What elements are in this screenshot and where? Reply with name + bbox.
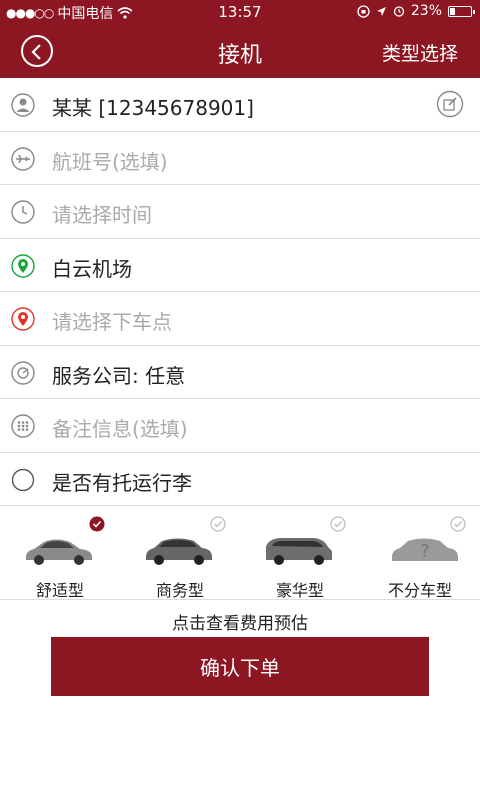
- unselected-check-icon: [330, 516, 346, 532]
- car-type-comfort[interactable]: 舒适型: [0, 507, 120, 600]
- contact-text: 某某 [12345678901]: [52, 96, 254, 120]
- car-type-business[interactable]: 商务型: [120, 507, 240, 600]
- remark-field[interactable]: 备注信息(选填): [52, 413, 188, 442]
- status-bar: ●●●○○ 中国电信 13:57 23%: [0, 0, 480, 24]
- luggage-label: 是否有托运行李: [52, 470, 192, 495]
- flight-number-row[interactable]: 航班号(选填): [0, 132, 480, 185]
- orientation-lock-icon: [357, 4, 370, 18]
- battery-percent: 23%: [410, 3, 442, 19]
- confirm-order-button[interactable]: 确认下单: [51, 637, 429, 696]
- dropoff-row[interactable]: 请选择下车点: [0, 292, 480, 346]
- back-button[interactable]: [21, 35, 53, 67]
- luggage-row[interactable]: 是否有托运行李: [0, 453, 480, 506]
- service-company-text: 服务公司: 任意: [52, 363, 186, 388]
- battery-icon: [448, 5, 475, 17]
- sedan-car-icon: [26, 539, 92, 565]
- status-right: 23%: [357, 3, 475, 19]
- car-type-any[interactable]: ? 不分车型: [360, 507, 480, 600]
- service-company-row[interactable]: 服务公司: 任意: [0, 346, 480, 399]
- car-type-luxury[interactable]: 豪华型: [240, 507, 360, 600]
- car-type-label: 豪华型: [275, 581, 324, 600]
- service-icon: [11, 360, 35, 385]
- unselected-check-icon: [210, 516, 226, 532]
- pickup-row[interactable]: 白云机场: [0, 239, 480, 292]
- edit-icon[interactable]: [436, 90, 464, 118]
- business-car-icon: [146, 538, 212, 565]
- location-pin-green-icon: [11, 253, 35, 278]
- nav-bar: 接机 类型选择: [0, 24, 480, 78]
- chevron-left-icon: [31, 44, 41, 60]
- mpv-car-icon: [266, 538, 332, 565]
- time-field[interactable]: 请选择时间: [52, 199, 152, 228]
- contact-row[interactable]: 某某 [12345678901]: [0, 78, 480, 132]
- car-type-label: 商务型: [155, 581, 204, 600]
- person-icon: [11, 93, 35, 117]
- type-select-button[interactable]: 类型选择: [382, 39, 458, 66]
- unknown-car-icon: ?: [392, 538, 458, 562]
- fee-estimate-link[interactable]: 点击查看费用预估: [0, 609, 480, 634]
- luggage-checkbox[interactable]: [11, 468, 35, 492]
- flight-icon: [11, 146, 35, 171]
- pickup-airport: 白云机场: [52, 256, 132, 281]
- car-type-label: 舒适型: [35, 581, 84, 600]
- remark-row[interactable]: 备注信息(选填): [0, 399, 480, 453]
- dropoff-field[interactable]: 请选择下车点: [52, 306, 172, 335]
- alarm-icon: [393, 6, 405, 17]
- car-type-label: 不分车型: [387, 581, 452, 600]
- time-row[interactable]: 请选择时间: [0, 185, 480, 239]
- selected-check-icon: [89, 516, 105, 532]
- unselected-check-icon: [450, 516, 466, 532]
- booking-form: 某某 [12345678901] 航班号(选填) 请选择时间 白云机场 请选择下…: [0, 78, 480, 506]
- flight-number-field[interactable]: 航班号(选填): [52, 146, 168, 175]
- svg-text:?: ?: [420, 541, 430, 562]
- battery-fill: [450, 7, 455, 15]
- keypad-icon: [11, 414, 35, 438]
- location-pin-red-icon: [11, 307, 35, 331]
- location-arrow-icon: [376, 6, 386, 16]
- clock-icon: [11, 200, 35, 224]
- car-type-selector: 舒适型 商务型 豪华型 ? 不分车型: [0, 507, 480, 600]
